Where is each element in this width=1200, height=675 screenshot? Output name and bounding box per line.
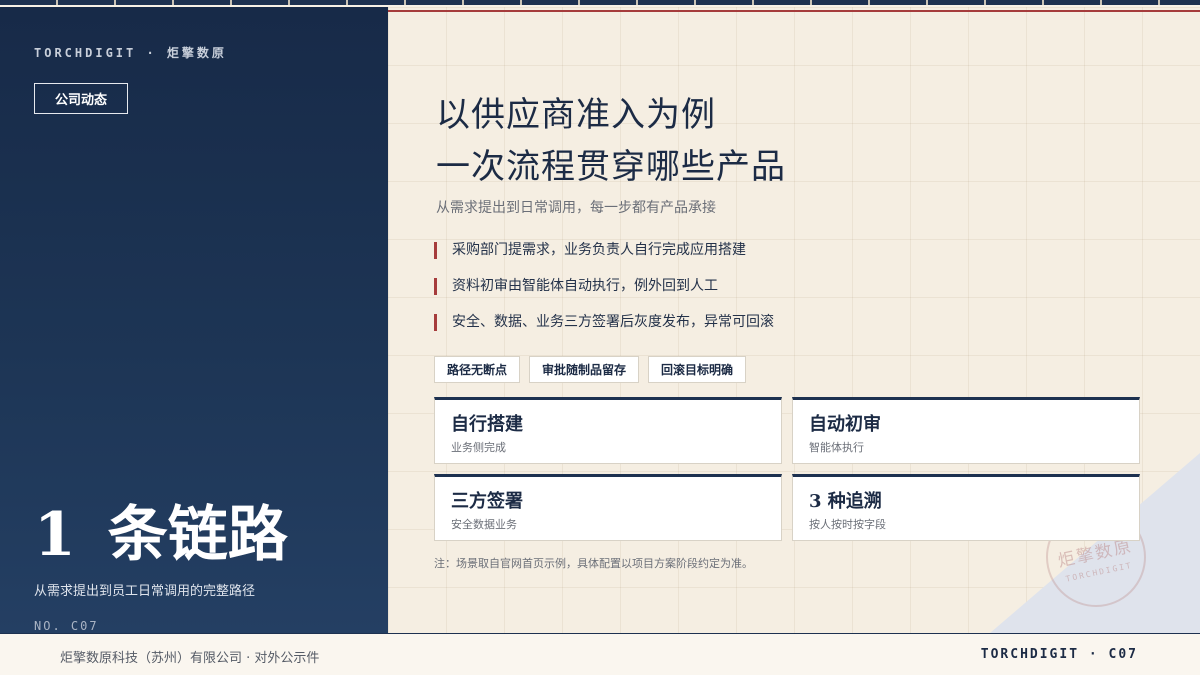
footer: 炬擎数原科技（苏州）有限公司 · 对外公示件 TORCHDIGIT · C07	[0, 633, 1200, 675]
chip-rollback: 回滚目标明确	[648, 356, 747, 383]
page-subtitle: 从需求提出到日常调用，每一步都有产品承接	[436, 200, 716, 216]
card-title: 三方签署	[451, 491, 523, 512]
brand-label: TORCHDIGIT · 炬擎数原	[34, 46, 227, 60]
bullet-list: 采购部门提需求，业务负责人自行完成应用搭建 资料初审由智能体自动执行，例外回到人…	[434, 241, 774, 349]
title-line-2: 一次流程贯穿哪些产品	[436, 147, 786, 187]
bullet-item: 安全、数据、业务三方签署后灰度发布，异常可回滚	[434, 313, 774, 332]
hero-number: 1	[34, 500, 76, 570]
hero-figure: 1 条链路	[34, 505, 288, 565]
card-self-build: 自行搭建 业务侧完成	[434, 397, 782, 464]
footnote: 注：场景取自官网首页示例，具体配置以项目方案阶段约定为准。	[434, 557, 753, 570]
title-line-1: 以供应商准入为例	[436, 95, 716, 135]
card-subtitle: 业务侧完成	[451, 441, 506, 454]
card-title: 3 种追溯	[809, 491, 882, 512]
hero-subtitle: 从需求提出到员工日常调用的完整路径	[34, 584, 256, 599]
page-number: NO. C07	[34, 619, 99, 633]
page-title: 以供应商准入为例 一次流程贯穿哪些产品	[436, 89, 786, 193]
card-title: 自行搭建	[451, 414, 523, 435]
card-trace: 3 种追溯 按人按时按字段	[792, 474, 1140, 541]
footer-company: 炬擎数原科技（苏州）有限公司 · 对外公示件	[60, 651, 320, 666]
card-subtitle: 按人按时按字段	[809, 518, 886, 531]
footer-code: TORCHDIGIT · C07	[980, 647, 1138, 662]
content-panel: 炬擎数原 TORCHDIGIT 以供应商准入为例 一次流程贯穿哪些产品 从需求提…	[388, 7, 1200, 633]
bullet-item: 资料初审由智能体自动执行，例外回到人工	[434, 277, 774, 296]
card-subtitle: 智能体执行	[809, 441, 864, 454]
card-auto-review: 自动初审 智能体执行	[792, 397, 1140, 464]
chip-path: 路径无断点	[434, 356, 521, 383]
accent-rule	[388, 10, 1200, 12]
top-rule	[0, 0, 1200, 5]
hero-text: 条链路	[107, 500, 288, 570]
left-panel: TORCHDIGIT · 炬擎数原 公司动态 1 条链路 从需求提出到员工日常调用…	[0, 7, 388, 633]
bullet-item: 采购部门提需求，业务负责人自行完成应用搭建	[434, 241, 774, 260]
chip-row: 路径无断点 审批随制品留存 回滚目标明确	[434, 356, 747, 383]
card-title: 自动初审	[809, 414, 881, 435]
section-tag: 公司动态	[34, 83, 128, 114]
card-subtitle: 安全数据业务	[451, 518, 517, 531]
chip-approval: 审批随制品留存	[529, 356, 640, 383]
card-tri-sign: 三方签署 安全数据业务	[434, 474, 782, 541]
